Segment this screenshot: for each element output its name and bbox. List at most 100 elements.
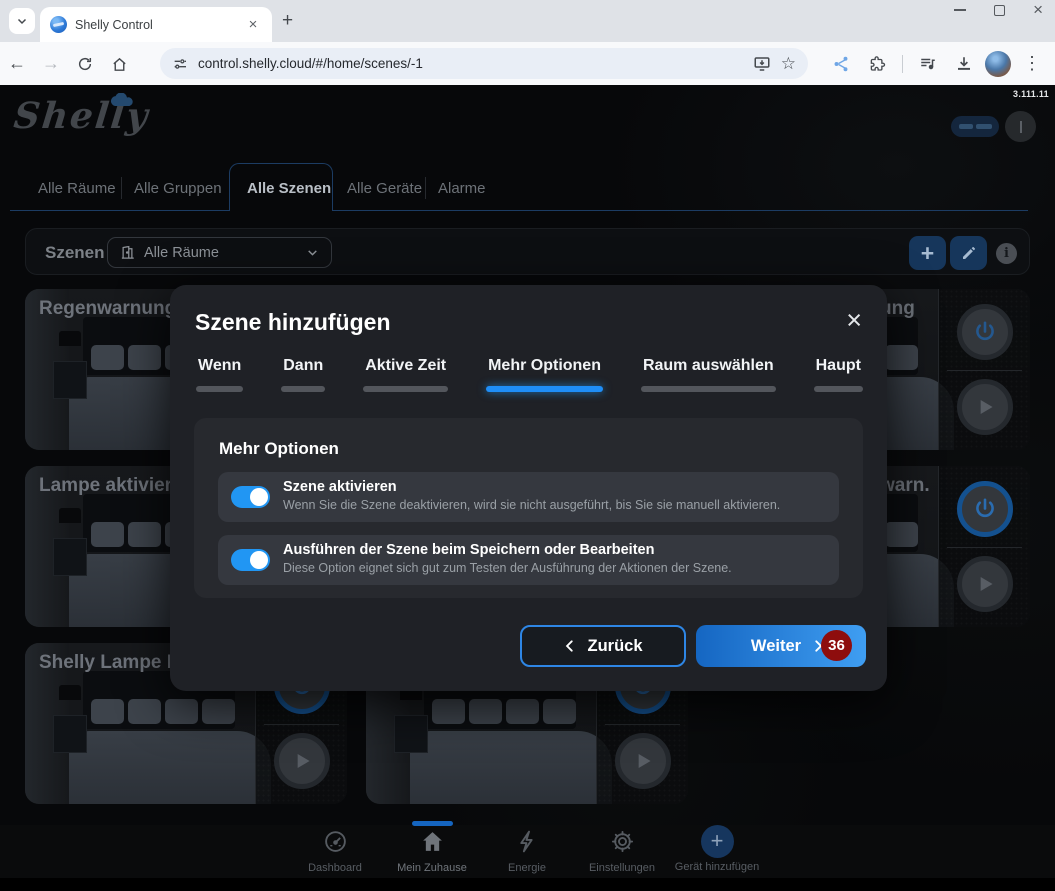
bottom-strip: [0, 878, 1055, 891]
user-menu-icon: [1020, 121, 1022, 133]
option-run-on-save: Ausführen der Szene beim Speichern oder …: [218, 535, 839, 585]
home-button[interactable]: [102, 53, 136, 74]
account-pill[interactable]: [951, 116, 999, 137]
chevron-down-icon: [16, 15, 28, 27]
install-app-icon[interactable]: [753, 55, 771, 73]
url-text: control.shelly.cloud/#/home/scenes/-1: [198, 56, 743, 71]
power-icon: [972, 319, 998, 345]
click-count-badge: 36: [821, 630, 852, 661]
profile-avatar[interactable]: [985, 51, 1011, 77]
window-close-button[interactable]: ×: [1033, 4, 1043, 16]
media-controls-button[interactable]: [913, 53, 943, 74]
chevron-down-icon: [306, 246, 319, 259]
room-filter-value: Alle Räume: [144, 245, 297, 261]
next-button-modal[interactable]: Weiter 36: [696, 625, 866, 667]
tab-alle-gruppen[interactable]: Alle Gruppen: [134, 180, 222, 197]
scenes-label: Szenen: [45, 243, 105, 263]
shelly-favicon: [50, 16, 67, 33]
bookmark-star-icon[interactable]: ☆: [781, 54, 796, 74]
tab-alle-raeume[interactable]: Alle Räume: [38, 180, 116, 197]
main-tabs: Alle Räume Alle Gruppen Alle Szenen Alle…: [0, 163, 1055, 211]
step-aktive-zeit[interactable]: Aktive Zeit: [363, 357, 448, 392]
option-label: Szene aktivieren: [283, 479, 397, 495]
play-icon: [630, 748, 656, 774]
option-label: Ausführen der Szene beim Speichern oder …: [283, 542, 654, 558]
info-button[interactable]: i: [996, 243, 1017, 264]
share-icon: [832, 55, 850, 73]
step-wenn[interactable]: Wenn: [196, 357, 243, 392]
cloud-icon: [108, 93, 134, 106]
step-haupt[interactable]: Haupt: [814, 357, 863, 392]
tab-search-button[interactable]: [9, 8, 35, 34]
address-bar[interactable]: control.shelly.cloud/#/home/scenes/-1 ☆: [160, 48, 808, 79]
scene-play-button[interactable]: [957, 379, 1013, 435]
dashboard-gauge-icon: [323, 829, 348, 854]
forward-button[interactable]: →: [34, 53, 68, 74]
tab-alle-geraete[interactable]: Alle Geräte: [347, 180, 422, 197]
reload-icon: [77, 56, 93, 72]
site-settings-icon: [172, 56, 188, 72]
modal-close-icon[interactable]: ×: [846, 307, 862, 333]
user-menu-button[interactable]: [1005, 111, 1036, 142]
chevron-left-icon: [563, 639, 577, 653]
nav-einstellungen[interactable]: Einstellungen: [567, 829, 677, 874]
play-icon: [289, 748, 315, 774]
power-icon: [972, 496, 998, 522]
nav-mein-zuhause[interactable]: Mein Zuhause: [377, 829, 487, 874]
step-raum-auswaehlen[interactable]: Raum auswählen: [641, 357, 776, 392]
back-button-modal[interactable]: Zurück: [520, 625, 686, 667]
playlist-icon: [919, 55, 937, 73]
tab-alarme[interactable]: Alarme: [438, 180, 486, 197]
settings-gear-icon: [610, 829, 635, 854]
reload-button[interactable]: [68, 53, 102, 74]
room-icon: [120, 245, 135, 260]
run-on-save-toggle[interactable]: [231, 549, 270, 571]
wizard-steps: Wenn Dann Aktive Zeit Mehr Optionen Raum…: [196, 357, 863, 392]
scene-enabled-toggle[interactable]: [231, 486, 270, 508]
home-icon: [111, 56, 128, 73]
edit-scenes-button[interactable]: [950, 236, 987, 270]
browser-tab[interactable]: Shelly Control ×: [40, 7, 272, 42]
pencil-icon: [961, 245, 977, 261]
scene-power-button[interactable]: [957, 304, 1013, 360]
shelly-app: 3.111.11 Shelly Alle Räume Alle Gruppen …: [0, 85, 1055, 891]
window-minimize-button[interactable]: [954, 9, 966, 11]
options-panel: Mehr Optionen Szene aktivieren Wenn Sie …: [194, 418, 863, 598]
back-button[interactable]: ←: [0, 53, 34, 74]
window-maximize-button[interactable]: [994, 5, 1005, 16]
step-dann[interactable]: Dann: [281, 357, 325, 392]
puzzle-icon: [868, 55, 886, 73]
option-scene-enabled: Szene aktivieren Wenn Sie die Szene deak…: [218, 472, 839, 522]
option-description: Wenn Sie die Szene deaktivieren, wird si…: [283, 498, 780, 512]
browser-menu-button[interactable]: ⋮: [1017, 53, 1047, 74]
tab-underline: [10, 210, 1028, 211]
play-icon: [972, 394, 998, 420]
home-icon: [420, 829, 445, 854]
step-mehr-optionen[interactable]: Mehr Optionen: [486, 357, 603, 392]
downloads-button[interactable]: [949, 53, 979, 74]
room-filter-dropdown[interactable]: Alle Räume: [107, 237, 332, 268]
nav-dashboard[interactable]: Dashboard: [280, 829, 390, 874]
scene-play-button[interactable]: [274, 733, 330, 789]
share-button[interactable]: [826, 53, 856, 74]
add-scene-button[interactable]: +: [909, 236, 946, 270]
browser-window: Shelly Control × + × ← → control.shelly.…: [0, 0, 1055, 891]
scene-title: ung: [880, 298, 930, 320]
new-tab-button[interactable]: +: [282, 10, 293, 32]
scene-title: warn...: [880, 475, 930, 497]
info-icon: i: [1004, 246, 1009, 261]
scene-power-button[interactable]: [957, 481, 1013, 537]
tab-alle-szenen[interactable]: Alle Szenen: [247, 180, 331, 197]
play-icon: [972, 571, 998, 597]
scene-play-button[interactable]: [615, 733, 671, 789]
scene-play-button[interactable]: [957, 556, 1013, 612]
add-device-icon: +: [701, 825, 734, 858]
modal-title: Szene hinzufügen: [195, 309, 391, 336]
app-version: 3.111.11: [1013, 89, 1049, 99]
tab-close-icon[interactable]: ×: [244, 16, 262, 34]
nav-geraet-hinzufuegen[interactable]: + Gerät hinzufügen: [662, 829, 772, 873]
browser-toolbar: ← → control.shelly.cloud/#/home/scenes/-…: [0, 42, 1055, 85]
bottom-nav: Dashboard Mein Zuhause Energie Einstellu…: [0, 825, 1055, 878]
nav-energie[interactable]: Energie: [472, 829, 582, 874]
extensions-button[interactable]: [862, 53, 892, 74]
